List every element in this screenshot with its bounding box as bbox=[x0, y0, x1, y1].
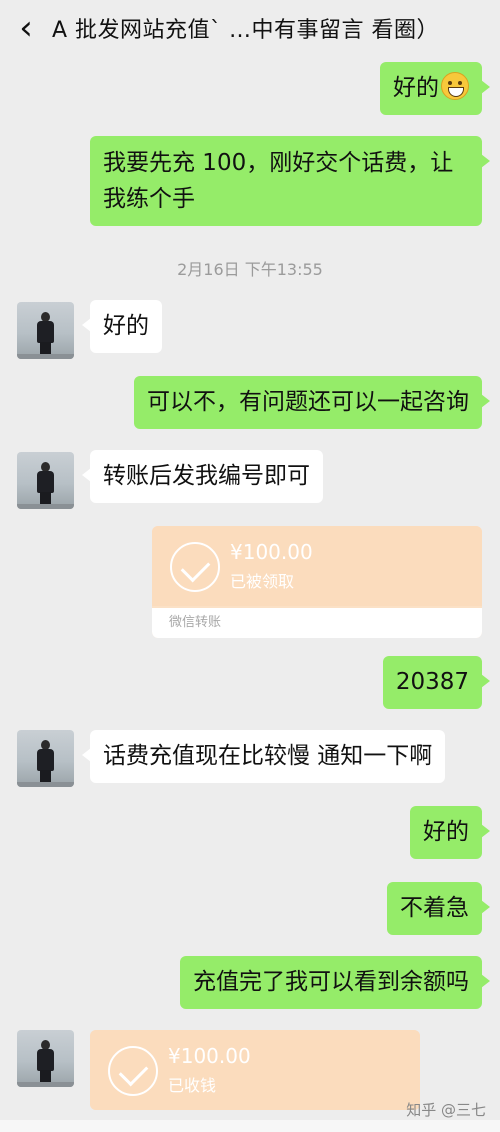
message-text: 充值完了我可以看到余额吗 bbox=[193, 969, 469, 995]
message-bubble-sent[interactable]: 好的 bbox=[410, 806, 490, 859]
message-bubble-received[interactable]: 好的 bbox=[82, 300, 162, 353]
grinning-face-emoji-icon bbox=[441, 72, 469, 100]
watermark: 知乎 @三七 bbox=[406, 1101, 486, 1119]
message-bubble-sent[interactable]: 充值完了我可以看到余额吗 bbox=[180, 956, 490, 1009]
input-bar-edge bbox=[0, 1120, 500, 1132]
check-circle-icon bbox=[108, 1046, 158, 1096]
transfer-amount: ¥100.00 bbox=[230, 540, 313, 564]
transfer-status: 已被领取 bbox=[230, 572, 295, 591]
message-bubble-sent[interactable]: 不着急 bbox=[387, 882, 490, 935]
contact-avatar[interactable] bbox=[17, 302, 74, 359]
transfer-amount: ¥100.00 bbox=[168, 1044, 251, 1068]
transfer-card-body: ¥100.00 已被领取 bbox=[152, 526, 482, 606]
message-text: 我要先充 100，刚好交个话费，让我练个手 bbox=[103, 150, 454, 212]
contact-avatar[interactable] bbox=[17, 1030, 74, 1087]
message-text: 好的 bbox=[423, 819, 469, 845]
chat-title: A 批发网站充值ˋ …中有事留言 看圈） bbox=[52, 18, 440, 43]
transfer-status: 已收钱 bbox=[168, 1076, 217, 1095]
message-timestamp: 2月16日 下午13:55 bbox=[177, 260, 323, 279]
chat-area[interactable]: 好的 我要先充 100，刚好交个话费，让我练个手 2月16日 下午13:55 好… bbox=[0, 56, 500, 1132]
transfer-card[interactable]: ¥100.00 已被领取 微信转账 bbox=[152, 526, 482, 638]
message-text: 20387 bbox=[395, 669, 469, 695]
check-circle-icon bbox=[170, 542, 220, 592]
message-bubble-sent[interactable]: 20387 bbox=[382, 656, 491, 709]
message-bubble-received[interactable]: 转账后发我编号即可 bbox=[82, 450, 323, 503]
message-bubble-sent[interactable]: 我要先充 100，刚好交个话费，让我练个手 bbox=[90, 136, 490, 226]
message-bubble-received[interactable]: 话费充值现在比较慢 通知一下啊 bbox=[81, 730, 446, 783]
message-text: 转账后发我编号即可 bbox=[103, 463, 310, 489]
message-text: 可以不，有问题还可以一起咨询 bbox=[147, 389, 469, 415]
message-text: 好的 bbox=[393, 75, 439, 101]
transfer-footer: 微信转账 bbox=[152, 608, 482, 638]
transfer-card[interactable]: ¥100.00 已收钱 bbox=[90, 1030, 420, 1110]
message-bubble-sent[interactable]: 可以不，有问题还可以一起咨询 bbox=[134, 376, 490, 429]
contact-avatar[interactable] bbox=[17, 730, 74, 787]
transfer-card-body: ¥100.00 已收钱 bbox=[90, 1030, 420, 1110]
message-text: 话费充值现在比较慢 通知一下啊 bbox=[103, 743, 433, 769]
back-button[interactable]: ‹ bbox=[0, 0, 52, 56]
chat-header: ‹ A 批发网站充值ˋ …中有事留言 看圈） bbox=[0, 0, 500, 56]
chevron-left-icon: ‹ bbox=[19, 8, 33, 48]
contact-avatar[interactable] bbox=[17, 452, 74, 509]
message-text: 好的 bbox=[103, 313, 149, 339]
message-text: 不着急 bbox=[400, 895, 469, 921]
message-bubble-sent[interactable]: 好的 bbox=[380, 62, 490, 115]
